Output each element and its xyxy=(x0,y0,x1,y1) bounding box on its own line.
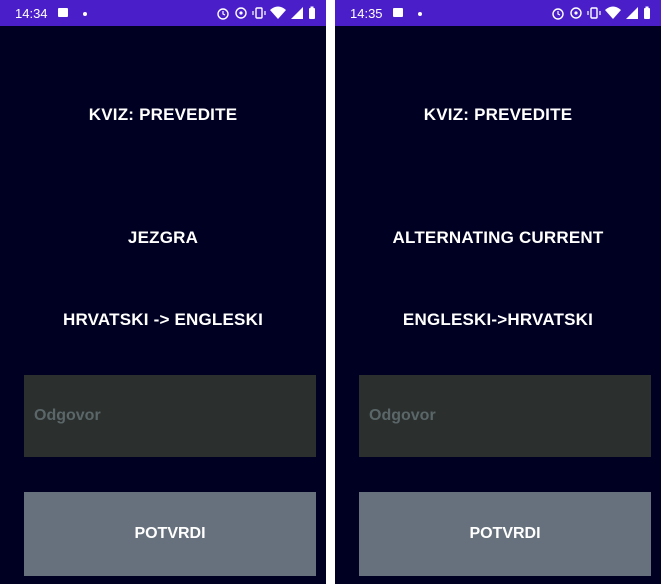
status-bar: 14:35 xyxy=(335,0,661,26)
status-bar: 14:34 xyxy=(0,0,326,26)
vibrate-icon xyxy=(252,7,266,19)
alarm-icon xyxy=(217,8,229,20)
confirm-button[interactable]: POTVRDI xyxy=(24,492,316,576)
image-notification-icon xyxy=(58,8,68,17)
battery-icon xyxy=(644,6,650,19)
alarm-icon xyxy=(552,8,564,20)
quiz-word: ALTERNATING CURRENT xyxy=(392,228,604,247)
quiz-title: KVIZ: PREVEDITE xyxy=(423,105,573,124)
status-icons xyxy=(216,4,316,22)
battery-icon xyxy=(309,6,315,19)
phone-screen-2: 14:35 KVIZ: PREVEDITE ALTERNATING CURREN… xyxy=(335,0,661,584)
dot-icon xyxy=(83,12,87,16)
translation-direction: HRVATSKI -> ENGLESKI xyxy=(63,310,263,329)
translation-direction: ENGLESKI->HRVATSKI xyxy=(402,310,594,329)
signal-icon xyxy=(291,7,303,19)
data-saver-icon xyxy=(235,7,247,19)
status-icons xyxy=(551,4,651,22)
status-time: 14:34 xyxy=(15,6,48,21)
quiz-title: KVIZ: PREVEDITE xyxy=(88,105,238,124)
confirm-button[interactable]: POTVRDI xyxy=(359,492,651,576)
answer-input[interactable] xyxy=(359,375,651,457)
status-time: 14:35 xyxy=(350,6,383,21)
phone-screen-1: 14:34 KVIZ: PREVEDITE JEZGRA HRVATSKI ->… xyxy=(0,0,326,584)
image-notification-icon xyxy=(393,8,403,17)
dot-icon xyxy=(418,12,422,16)
data-saver-icon xyxy=(570,7,582,19)
quiz-word: JEZGRA xyxy=(127,228,199,247)
answer-input[interactable] xyxy=(24,375,316,457)
signal-icon xyxy=(626,7,638,19)
vibrate-icon xyxy=(587,7,601,19)
wifi-icon xyxy=(270,6,286,19)
wifi-icon xyxy=(605,6,621,19)
